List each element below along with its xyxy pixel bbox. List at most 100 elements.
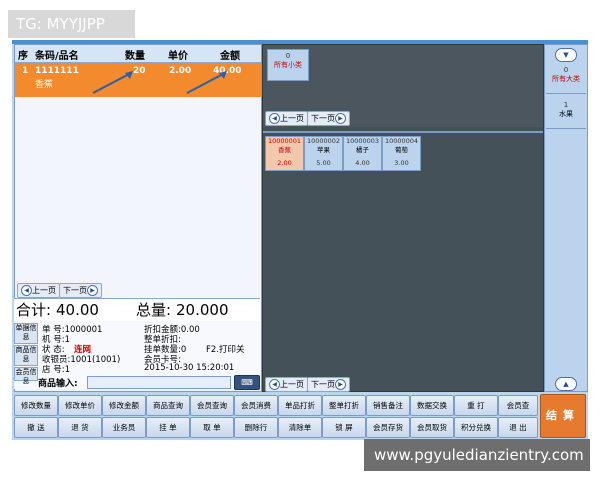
arrow-right-icon: ▶: [87, 285, 98, 296]
modify-amount-button[interactable]: 修改金额: [102, 395, 146, 416]
retrieve-order-button[interactable]: 取 单: [190, 417, 234, 438]
product-next-button[interactable]: 下一页 ▶: [307, 377, 350, 392]
subcat-prev-button[interactable]: ◀ 上一页: [265, 111, 308, 126]
points-redeem-button[interactable]: 积分兑换: [454, 417, 498, 438]
subcat-next-button[interactable]: 下一页 ▶: [307, 111, 350, 126]
product-input[interactable]: [87, 376, 231, 389]
salesperson-button[interactable]: 业务员: [102, 417, 146, 438]
product-tile[interactable]: 10000004 葡萄 3.00: [382, 136, 421, 171]
order-prev-page-button[interactable]: ◀ 上一页: [17, 283, 60, 298]
pos-window: 序 条码/品名 数量 单价 金额 1 1111111 香蕉 20 2.00 40…: [12, 40, 588, 440]
modify-qty-button[interactable]: 修改数量: [14, 395, 58, 416]
datetime: 2015-10-30 15:20:01: [144, 363, 235, 373]
product-code: 10000004: [384, 137, 419, 145]
exit-button[interactable]: 退 出: [498, 417, 538, 438]
arrow-left-icon: ◀: [21, 285, 32, 296]
row-name: 香蕉: [35, 80, 54, 90]
product-tile[interactable]: 10000002 苹果 5.00: [304, 136, 343, 171]
tab-order-info[interactable]: 单据信息: [14, 323, 38, 344]
product-code: 10000001: [267, 137, 302, 145]
category-label: 水果: [559, 110, 573, 118]
watermark-bottom: www.pgyuledianzientry.com: [364, 439, 590, 471]
subcategory-area: 0 所有小类 ◀ 上一页 下一页 ▶: [263, 45, 543, 127]
col-qty: 数量: [125, 51, 145, 62]
print-hint: F2.打印关: [206, 345, 245, 355]
product-price: 2.00: [277, 159, 292, 167]
tab-product-info[interactable]: 商品信息: [14, 345, 38, 366]
arrow-left-icon: ◀: [269, 113, 280, 124]
product-price: 3.00: [394, 159, 409, 167]
category-label: 所有大类: [552, 75, 580, 83]
order-next-page-button[interactable]: 下一页 ▶: [59, 283, 102, 298]
arrow-left-icon: ◀: [269, 379, 280, 390]
next-label: 下一页: [311, 380, 335, 389]
store-no: 店 号:1: [42, 365, 70, 375]
clear-order-button[interactable]: 清除单: [278, 417, 322, 438]
member-query-button[interactable]: 会员查询: [190, 395, 234, 416]
order-discount-button[interactable]: 整单打折: [322, 395, 366, 416]
row-barcode: 1111111: [35, 66, 79, 76]
product-panel: 0 所有小类 ◀ 上一页 下一页 ▶ 10000001 香蕉 2.00 100000…: [262, 44, 544, 392]
modify-price-button[interactable]: 修改单价: [58, 395, 102, 416]
product-input-label: 商品输入:: [38, 379, 78, 389]
prev-label: 上一页: [32, 286, 56, 295]
col-price: 单价: [168, 51, 188, 62]
product-code: 10000003: [345, 137, 380, 145]
annotation-arrow-icon: [186, 71, 227, 94]
subcategory-num: 0: [285, 52, 291, 60]
col-amount: 金额: [220, 51, 240, 62]
arrow-right-icon: ▶: [335, 113, 346, 124]
next-label: 下一页: [311, 114, 335, 123]
function-bar: 修改数量 修改单价 修改金额 商品查询 会员查询 会员消费 单品打折 整单打折 …: [12, 392, 588, 440]
checkout-button[interactable]: 结算: [540, 394, 586, 438]
watermark-top: TG: MYYJJPP: [8, 10, 135, 38]
col-seq: 序: [18, 51, 28, 62]
member-deposit-button[interactable]: 会员存货: [366, 417, 410, 438]
product-query-button[interactable]: 商品查询: [146, 395, 190, 416]
keyboard-icon[interactable]: ⌨: [234, 375, 260, 390]
chevron-up-icon[interactable]: ▲: [555, 377, 577, 391]
category-tile[interactable]: 0 所有大类: [546, 63, 586, 94]
product-price: 5.00: [316, 159, 331, 167]
product-name: 香蕉: [278, 145, 291, 154]
subcategory-label: 所有小类: [274, 61, 302, 69]
prev-label: 上一页: [280, 380, 304, 389]
order-table-header: 序 条码/品名 数量 单价 金额: [15, 45, 261, 63]
subcategory-tile[interactable]: 0 所有小类: [267, 49, 309, 81]
prev-label: 上一页: [280, 114, 304, 123]
delete-row-button[interactable]: 删除行: [234, 417, 278, 438]
product-name: 葡萄: [395, 145, 408, 154]
product-tile[interactable]: 10000001 香蕉 2.00: [265, 136, 304, 171]
member-check-button[interactable]: 会员查: [498, 395, 538, 416]
member-consume-button[interactable]: 会员消费: [234, 395, 278, 416]
annotation-arrow-icon: [92, 71, 133, 94]
next-label: 下一页: [63, 286, 87, 295]
category-panel: ▼ 0 所有大类 1 水果 ▲: [544, 44, 588, 392]
sales-note-button[interactable]: 销售备注: [366, 395, 410, 416]
qty-label: 总量:: [136, 301, 172, 319]
chevron-down-icon[interactable]: ▼: [555, 48, 577, 62]
cancel-send-button[interactable]: 撤 送: [14, 417, 58, 438]
arrow-right-icon: ▶: [335, 379, 346, 390]
hold-order-button[interactable]: 挂 单: [146, 417, 190, 438]
product-tile[interactable]: 10000003 橘子 4.00: [343, 136, 382, 171]
member-withdraw-button[interactable]: 会员取货: [410, 417, 454, 438]
product-name: 橘子: [356, 145, 369, 154]
col-barcode-name: 条码/品名: [35, 51, 79, 62]
totals-bar: 合计: 40.00 总量: 20.000: [14, 298, 260, 322]
sum-label: 合计:: [16, 301, 52, 319]
product-code: 10000002: [306, 137, 341, 145]
lock-screen-button[interactable]: 锁 屏: [322, 417, 366, 438]
category-num: 0: [563, 66, 569, 74]
product-name: 苹果: [317, 145, 330, 154]
data-exchange-button[interactable]: 数据交换: [410, 395, 454, 416]
return-button[interactable]: 退 货: [58, 417, 102, 438]
row-seq: 1: [22, 66, 29, 76]
sum-value: 40.00: [56, 301, 99, 319]
category-num: 1: [563, 101, 569, 109]
item-discount-button[interactable]: 单品打折: [278, 395, 322, 416]
category-tile[interactable]: 1 水果: [546, 98, 586, 129]
reprint-button[interactable]: 重 打: [454, 395, 498, 416]
product-prev-button[interactable]: ◀ 上一页: [265, 377, 308, 392]
divider: [263, 131, 543, 133]
